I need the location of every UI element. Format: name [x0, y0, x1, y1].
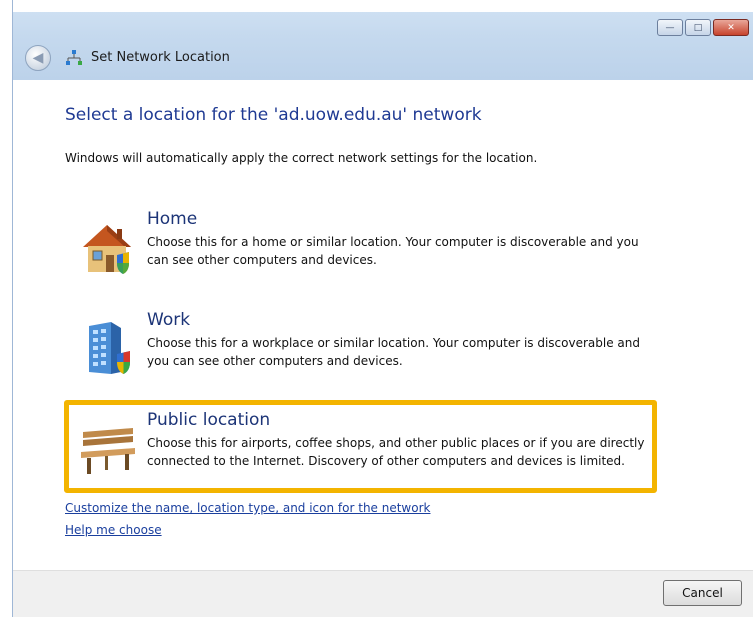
frame-top	[13, 0, 753, 12]
maximize-button[interactable]: □	[685, 19, 711, 36]
caption-buttons: — □ ✕	[657, 19, 749, 36]
minimize-icon: —	[665, 22, 675, 33]
customize-network-link[interactable]: Customize the name, location type, and i…	[65, 501, 430, 515]
cancel-button[interactable]: Cancel	[663, 580, 742, 606]
option-public-title: Public location	[147, 410, 271, 430]
option-home-title: Home	[147, 209, 198, 229]
content-area: Select a location for the 'ad.uow.edu.au…	[13, 80, 753, 570]
window-title: Set Network Location	[91, 50, 230, 65]
option-public-description: Choose this for airports, coffee shops, …	[147, 436, 645, 468]
sub-instruction: Windows will automatically apply the cor…	[65, 151, 538, 165]
network-icon	[66, 50, 82, 65]
dialog-footer: Cancel	[13, 570, 753, 617]
close-button[interactable]: ✕	[713, 19, 749, 36]
title-bar: — □ ✕ ◀ Set Network Location	[13, 0, 753, 80]
back-button[interactable]: ◀	[25, 45, 51, 71]
minimize-button[interactable]: —	[657, 19, 683, 36]
maximize-icon: □	[693, 22, 703, 33]
option-public-location[interactable]: Public location Choose this for airports…	[67, 410, 652, 491]
home-icon	[83, 225, 131, 274]
help-me-choose-link[interactable]: Help me choose	[65, 523, 162, 537]
public-bench-icon	[81, 428, 135, 474]
set-network-location-window: — □ ✕ ◀ Set Network Location Select a lo…	[12, 0, 753, 617]
option-home-description: Choose this for a home or similar locati…	[147, 235, 639, 267]
option-work-title: Work	[147, 310, 191, 330]
option-home[interactable]: Home Choose this for a home or similar l…	[67, 209, 652, 293]
main-instruction: Select a location for the 'ad.uow.edu.au…	[65, 105, 482, 125]
work-icon	[89, 322, 130, 374]
option-work[interactable]: Work Choose this for a workplace or simi…	[67, 310, 652, 394]
back-arrow-icon: ◀	[32, 50, 44, 66]
close-icon: ✕	[727, 22, 735, 33]
option-work-description: Choose this for a workplace or similar l…	[147, 336, 640, 368]
